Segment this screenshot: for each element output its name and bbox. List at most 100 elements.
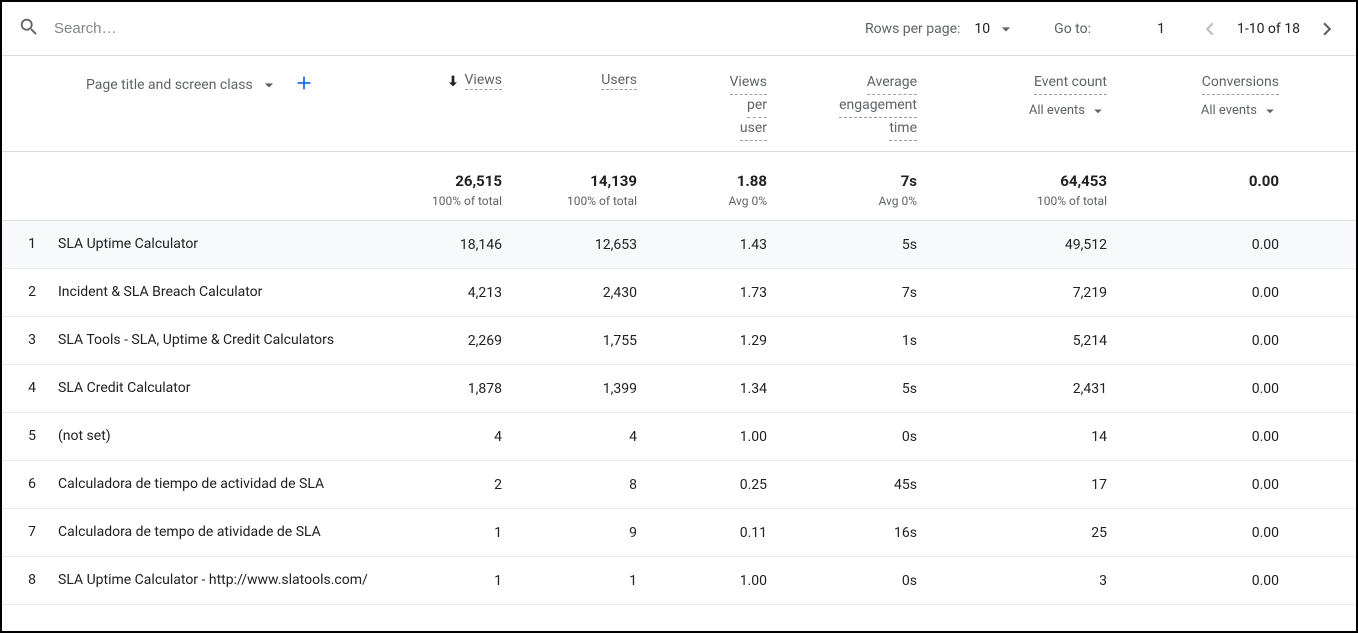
col-header-views-per-user[interactable]: Views per user	[655, 72, 785, 141]
plus-icon	[293, 72, 315, 94]
col-label: Views	[465, 72, 503, 90]
page-title: Incident & SLA Breach Calculator	[58, 275, 384, 310]
metric-users: 1,399	[520, 381, 655, 397]
dimension-cell: 2Incident & SLA Breach Calculator	[2, 275, 402, 310]
dimension-selector[interactable]: Page title and screen class	[86, 75, 279, 95]
metric-aet: 1s	[785, 333, 935, 349]
pager: Rows per page: 10 Go to: 1 1-10 of 18	[865, 16, 1340, 42]
total-event-count: 64,453 100% of total	[935, 172, 1125, 208]
col-label: Views	[730, 72, 768, 95]
metric-vpu: 0.11	[655, 525, 785, 541]
prev-page-button[interactable]	[1197, 16, 1223, 42]
sort-desc-icon	[445, 73, 461, 89]
metric-views: 2,269	[402, 333, 520, 349]
metric-aet: 7s	[785, 285, 935, 301]
metric-conv: 0.00	[1125, 381, 1297, 397]
metric-aet: 5s	[785, 381, 935, 397]
metric-conv: 0.00	[1125, 237, 1297, 253]
dimension-cell: 4SLA Credit Calculator	[2, 371, 402, 406]
metric-ec: 25	[935, 525, 1125, 541]
table-row[interactable]: 6Calculadora de tiempo de actividad de S…	[2, 461, 1356, 509]
metric-ec: 49,512	[935, 237, 1125, 253]
col-header-conversions[interactable]: Conversions All events	[1125, 72, 1297, 121]
col-label: engagement	[839, 95, 917, 118]
page-title: SLA Uptime Calculator - http://www.slato…	[58, 563, 384, 598]
goto-label: Go to:	[1054, 21, 1091, 37]
col-header-avg-engagement-time[interactable]: Average engagement time	[785, 72, 935, 141]
metric-ec: 5,214	[935, 333, 1125, 349]
totals-row: 26,515 100% of total 14,139 100% of tota…	[2, 152, 1356, 221]
metric-views: 4,213	[402, 285, 520, 301]
metric-vpu: 1.00	[655, 429, 785, 445]
search-input[interactable]	[54, 20, 354, 37]
col-label: user	[740, 118, 767, 141]
metric-vpu: 1.43	[655, 237, 785, 253]
table-row[interactable]: 7Calculadora de tempo de atividade de SL…	[2, 509, 1356, 557]
table-row[interactable]: 1SLA Uptime Calculator18,14612,6531.435s…	[2, 221, 1356, 269]
total-conversions: 0.00	[1125, 172, 1297, 194]
metric-views: 1	[402, 525, 520, 541]
col-label: Users	[601, 72, 637, 90]
total-views: 26,515 100% of total	[402, 172, 520, 208]
table-row[interactable]: 8SLA Uptime Calculator - http://www.slat…	[2, 557, 1356, 605]
event-count-filter[interactable]: All events	[1029, 101, 1107, 121]
metric-views: 4	[402, 429, 520, 445]
page-title: SLA Credit Calculator	[58, 371, 384, 406]
col-label: Average	[867, 72, 917, 95]
table-row[interactable]: 3SLA Tools - SLA, Uptime & Credit Calcul…	[2, 317, 1356, 365]
row-index: 4	[2, 380, 58, 396]
metric-conv: 0.00	[1125, 573, 1297, 589]
table-header-row: Page title and screen class Views Users …	[2, 56, 1356, 152]
dimension-cell: 5(not set)	[2, 419, 402, 454]
metric-vpu: 1.73	[655, 285, 785, 301]
row-index: 8	[2, 572, 58, 588]
metric-ec: 17	[935, 477, 1125, 493]
col-label: Event count	[1034, 72, 1107, 95]
col-label: Conversions	[1202, 72, 1279, 95]
row-index: 1	[2, 236, 58, 252]
metric-vpu: 1.00	[655, 573, 785, 589]
col-label: time	[889, 118, 917, 141]
col-header-views[interactable]: Views	[402, 72, 520, 93]
page-title: Calculadora de tiempo de actividad de SL…	[58, 467, 384, 502]
metric-views: 2	[402, 477, 520, 493]
col-header-users[interactable]: Users	[520, 72, 655, 90]
metric-ec: 2,431	[935, 381, 1125, 397]
rows-per-page-select[interactable]: 10	[974, 19, 1016, 39]
metric-aet: 0s	[785, 429, 935, 445]
goto-input[interactable]: 1	[1125, 21, 1165, 37]
table-toolbar: Rows per page: 10 Go to: 1 1-10 of 18	[2, 2, 1356, 56]
page-range: 1-10 of 18	[1237, 21, 1300, 37]
next-page-button[interactable]	[1314, 16, 1340, 42]
row-index: 7	[2, 524, 58, 540]
dropdown-icon	[996, 19, 1016, 39]
dropdown-icon	[1089, 102, 1107, 120]
col-label: per	[747, 95, 767, 118]
metric-users: 9	[520, 525, 655, 541]
dimension-cell: 6Calculadora de tiempo de actividad de S…	[2, 467, 402, 502]
metric-aet: 45s	[785, 477, 935, 493]
metric-users: 2,430	[520, 285, 655, 301]
dimension-header: Page title and screen class	[2, 72, 402, 98]
table-row[interactable]: 5(not set)441.000s140.00	[2, 413, 1356, 461]
metric-views: 18,146	[402, 237, 520, 253]
search-area	[18, 16, 865, 42]
dropdown-icon	[1261, 102, 1279, 120]
dimension-label: Page title and screen class	[86, 77, 253, 93]
table-row[interactable]: 2Incident & SLA Breach Calculator4,2132,…	[2, 269, 1356, 317]
add-dimension-button[interactable]	[293, 72, 315, 98]
table-row[interactable]: 4SLA Credit Calculator1,8781,3991.345s2,…	[2, 365, 1356, 413]
metric-conv: 0.00	[1125, 285, 1297, 301]
metric-aet: 5s	[785, 237, 935, 253]
metric-conv: 0.00	[1125, 333, 1297, 349]
metric-vpu: 1.29	[655, 333, 785, 349]
row-index: 5	[2, 428, 58, 444]
metric-conv: 0.00	[1125, 477, 1297, 493]
filter-label: All events	[1201, 101, 1257, 121]
metric-aet: 0s	[785, 573, 935, 589]
search-icon	[18, 16, 40, 42]
dropdown-icon	[259, 75, 279, 95]
dimension-cell: 8SLA Uptime Calculator - http://www.slat…	[2, 563, 402, 598]
conversions-filter[interactable]: All events	[1201, 101, 1279, 121]
col-header-event-count[interactable]: Event count All events	[935, 72, 1125, 121]
